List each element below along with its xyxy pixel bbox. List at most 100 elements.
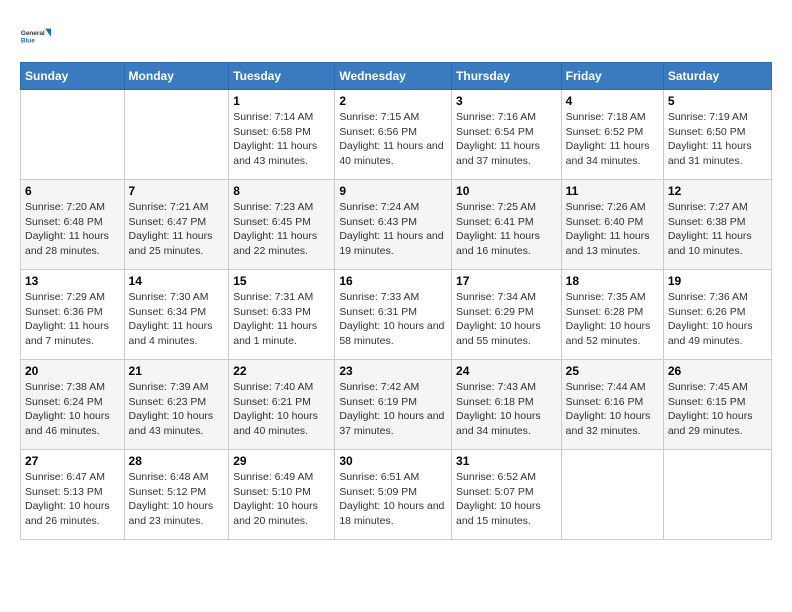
- day-info: Sunrise: 7:45 AMSunset: 6:15 PMDaylight:…: [668, 380, 767, 439]
- day-info: Sunrise: 6:51 AMSunset: 5:09 PMDaylight:…: [339, 470, 447, 529]
- day-number: 6: [25, 184, 120, 198]
- day-number: 19: [668, 274, 767, 288]
- calendar-cell: 20Sunrise: 7:38 AMSunset: 6:24 PMDayligh…: [21, 360, 125, 450]
- day-info: Sunrise: 7:34 AMSunset: 6:29 PMDaylight:…: [456, 290, 557, 349]
- day-header-sunday: Sunday: [21, 63, 125, 90]
- day-info: Sunrise: 7:29 AMSunset: 6:36 PMDaylight:…: [25, 290, 120, 349]
- day-number: 25: [566, 364, 659, 378]
- day-number: 13: [25, 274, 120, 288]
- day-info: Sunrise: 7:26 AMSunset: 6:40 PMDaylight:…: [566, 200, 659, 259]
- calendar-cell: 8 Sunrise: 7:23 AMSunset: 6:45 PMDaylight…: [229, 180, 335, 270]
- day-info: Sunrise: 7:43 AMSunset: 6:18 PMDaylight:…: [456, 380, 557, 439]
- day-number: 31: [456, 454, 557, 468]
- calendar-cell: [21, 90, 125, 180]
- page-header: GeneralBlue: [20, 20, 772, 52]
- logo: GeneralBlue: [20, 20, 52, 52]
- day-number: 28: [129, 454, 225, 468]
- day-number: 10: [456, 184, 557, 198]
- day-number: 15: [233, 274, 330, 288]
- calendar-cell: 12 Sunrise: 7:27 AMSunset: 6:38 PMDayligh…: [663, 180, 771, 270]
- calendar-cell: 31 Sunrise: 6:52 AMSunset: 5:07 PMDayligh…: [452, 450, 562, 540]
- day-number: 9: [339, 184, 447, 198]
- calendar-cell: [663, 450, 771, 540]
- day-number: 16: [339, 274, 447, 288]
- day-number: 30: [339, 454, 447, 468]
- day-number: 11: [566, 184, 659, 198]
- day-info: Sunrise: 7:14 AMSunset: 6:58 PMDaylight:…: [233, 110, 330, 169]
- day-info: Sunrise: 7:18 AMSunset: 6:52 PMDaylight:…: [566, 110, 659, 169]
- calendar-cell: 7Sunrise: 7:21 AMSunset: 6:47 PMDaylight…: [124, 180, 229, 270]
- calendar-cell: 10 Sunrise: 7:25 AMSunset: 6:41 PMDayligh…: [452, 180, 562, 270]
- day-info: Sunrise: 7:16 AMSunset: 6:54 PMDaylight:…: [456, 110, 557, 169]
- calendar-cell: 17 Sunrise: 7:34 AMSunset: 6:29 PMDayligh…: [452, 270, 562, 360]
- day-number: 4: [566, 94, 659, 108]
- calendar-cell: 14 Sunrise: 7:30 AMSunset: 6:34 PMDayligh…: [124, 270, 229, 360]
- calendar-cell: 30 Sunrise: 6:51 AMSunset: 5:09 PMDayligh…: [335, 450, 452, 540]
- calendar-cell: 25 Sunrise: 7:44 AMSunset: 6:16 PMDayligh…: [561, 360, 663, 450]
- day-number: 7: [129, 184, 225, 198]
- day-number: 5: [668, 94, 767, 108]
- day-info: Sunrise: 7:27 AMSunset: 6:38 PMDaylight:…: [668, 200, 767, 259]
- day-number: 27: [25, 454, 120, 468]
- calendar-cell: 9 Sunrise: 7:24 AMSunset: 6:43 PMDaylight…: [335, 180, 452, 270]
- calendar-cell: 24 Sunrise: 7:43 AMSunset: 6:18 PMDayligh…: [452, 360, 562, 450]
- calendar-cell: 11 Sunrise: 7:26 AMSunset: 6:40 PMDayligh…: [561, 180, 663, 270]
- calendar-cell: 21Sunrise: 7:39 AMSunset: 6:23 PMDayligh…: [124, 360, 229, 450]
- day-info: Sunrise: 6:52 AMSunset: 5:07 PMDaylight:…: [456, 470, 557, 529]
- calendar-cell: 29Sunrise: 6:49 AMSunset: 5:10 PMDayligh…: [229, 450, 335, 540]
- day-header-friday: Friday: [561, 63, 663, 90]
- day-number: 2: [339, 94, 447, 108]
- day-number: 20: [25, 364, 120, 378]
- day-header-monday: Monday: [124, 63, 229, 90]
- day-number: 12: [668, 184, 767, 198]
- day-number: 8: [233, 184, 330, 198]
- day-info: Sunrise: 7:39 AMSunset: 6:23 PMDaylight:…: [129, 380, 225, 439]
- day-number: 17: [456, 274, 557, 288]
- svg-text:Blue: Blue: [21, 37, 35, 44]
- day-info: Sunrise: 7:33 AMSunset: 6:31 PMDaylight:…: [339, 290, 447, 349]
- calendar-cell: [124, 90, 229, 180]
- calendar-cell: 23 Sunrise: 7:42 AMSunset: 6:19 PMDayligh…: [335, 360, 452, 450]
- calendar-week-row: 13 Sunrise: 7:29 AMSunset: 6:36 PMDayligh…: [21, 270, 772, 360]
- calendar-cell: 1 Sunrise: 7:14 AMSunset: 6:58 PMDaylight…: [229, 90, 335, 180]
- day-info: Sunrise: 7:25 AMSunset: 6:41 PMDaylight:…: [456, 200, 557, 259]
- day-header-wednesday: Wednesday: [335, 63, 452, 90]
- calendar-cell: 15 Sunrise: 7:31 AMSunset: 6:33 PMDayligh…: [229, 270, 335, 360]
- day-info: Sunrise: 7:15 AMSunset: 6:56 PMDaylight:…: [339, 110, 447, 169]
- calendar-cell: 16 Sunrise: 7:33 AMSunset: 6:31 PMDayligh…: [335, 270, 452, 360]
- day-info: Sunrise: 7:31 AMSunset: 6:33 PMDaylight:…: [233, 290, 330, 349]
- calendar-header-row: SundayMondayTuesdayWednesdayThursdayFrid…: [21, 63, 772, 90]
- calendar-cell: 13 Sunrise: 7:29 AMSunset: 6:36 PMDayligh…: [21, 270, 125, 360]
- day-info: Sunrise: 7:20 AMSunset: 6:48 PMDaylight:…: [25, 200, 120, 259]
- day-info: Sunrise: 7:30 AMSunset: 6:34 PMDaylight:…: [129, 290, 225, 349]
- day-number: 29: [233, 454, 330, 468]
- day-info: Sunrise: 7:19 AMSunset: 6:50 PMDaylight:…: [668, 110, 767, 169]
- day-info: Sunrise: 7:24 AMSunset: 6:43 PMDaylight:…: [339, 200, 447, 259]
- calendar-cell: 5 Sunrise: 7:19 AMSunset: 6:50 PMDaylight…: [663, 90, 771, 180]
- day-info: Sunrise: 6:47 AMSunset: 5:13 PMDaylight:…: [25, 470, 120, 529]
- day-header-tuesday: Tuesday: [229, 63, 335, 90]
- day-info: Sunrise: 7:36 AMSunset: 6:26 PMDaylight:…: [668, 290, 767, 349]
- svg-text:General: General: [21, 30, 45, 37]
- calendar-table: SundayMondayTuesdayWednesdayThursdayFrid…: [20, 62, 772, 540]
- calendar-cell: 4 Sunrise: 7:18 AMSunset: 6:52 PMDaylight…: [561, 90, 663, 180]
- calendar-cell: 2 Sunrise: 7:15 AMSunset: 6:56 PMDaylight…: [335, 90, 452, 180]
- day-info: Sunrise: 7:35 AMSunset: 6:28 PMDaylight:…: [566, 290, 659, 349]
- day-header-saturday: Saturday: [663, 63, 771, 90]
- day-number: 1: [233, 94, 330, 108]
- calendar-cell: 28Sunrise: 6:48 AMSunset: 5:12 PMDayligh…: [124, 450, 229, 540]
- calendar-week-row: 1 Sunrise: 7:14 AMSunset: 6:58 PMDaylight…: [21, 90, 772, 180]
- day-info: Sunrise: 7:23 AMSunset: 6:45 PMDaylight:…: [233, 200, 330, 259]
- day-number: 24: [456, 364, 557, 378]
- calendar-cell: [561, 450, 663, 540]
- day-info: Sunrise: 7:44 AMSunset: 6:16 PMDaylight:…: [566, 380, 659, 439]
- calendar-week-row: 27 Sunrise: 6:47 AMSunset: 5:13 PMDayligh…: [21, 450, 772, 540]
- logo-icon: GeneralBlue: [20, 20, 52, 52]
- day-number: 22: [233, 364, 330, 378]
- day-number: 26: [668, 364, 767, 378]
- day-info: Sunrise: 7:42 AMSunset: 6:19 PMDaylight:…: [339, 380, 447, 439]
- day-info: Sunrise: 7:40 AMSunset: 6:21 PMDaylight:…: [233, 380, 330, 439]
- day-number: 14: [129, 274, 225, 288]
- day-number: 23: [339, 364, 447, 378]
- calendar-cell: 19 Sunrise: 7:36 AMSunset: 6:26 PMDayligh…: [663, 270, 771, 360]
